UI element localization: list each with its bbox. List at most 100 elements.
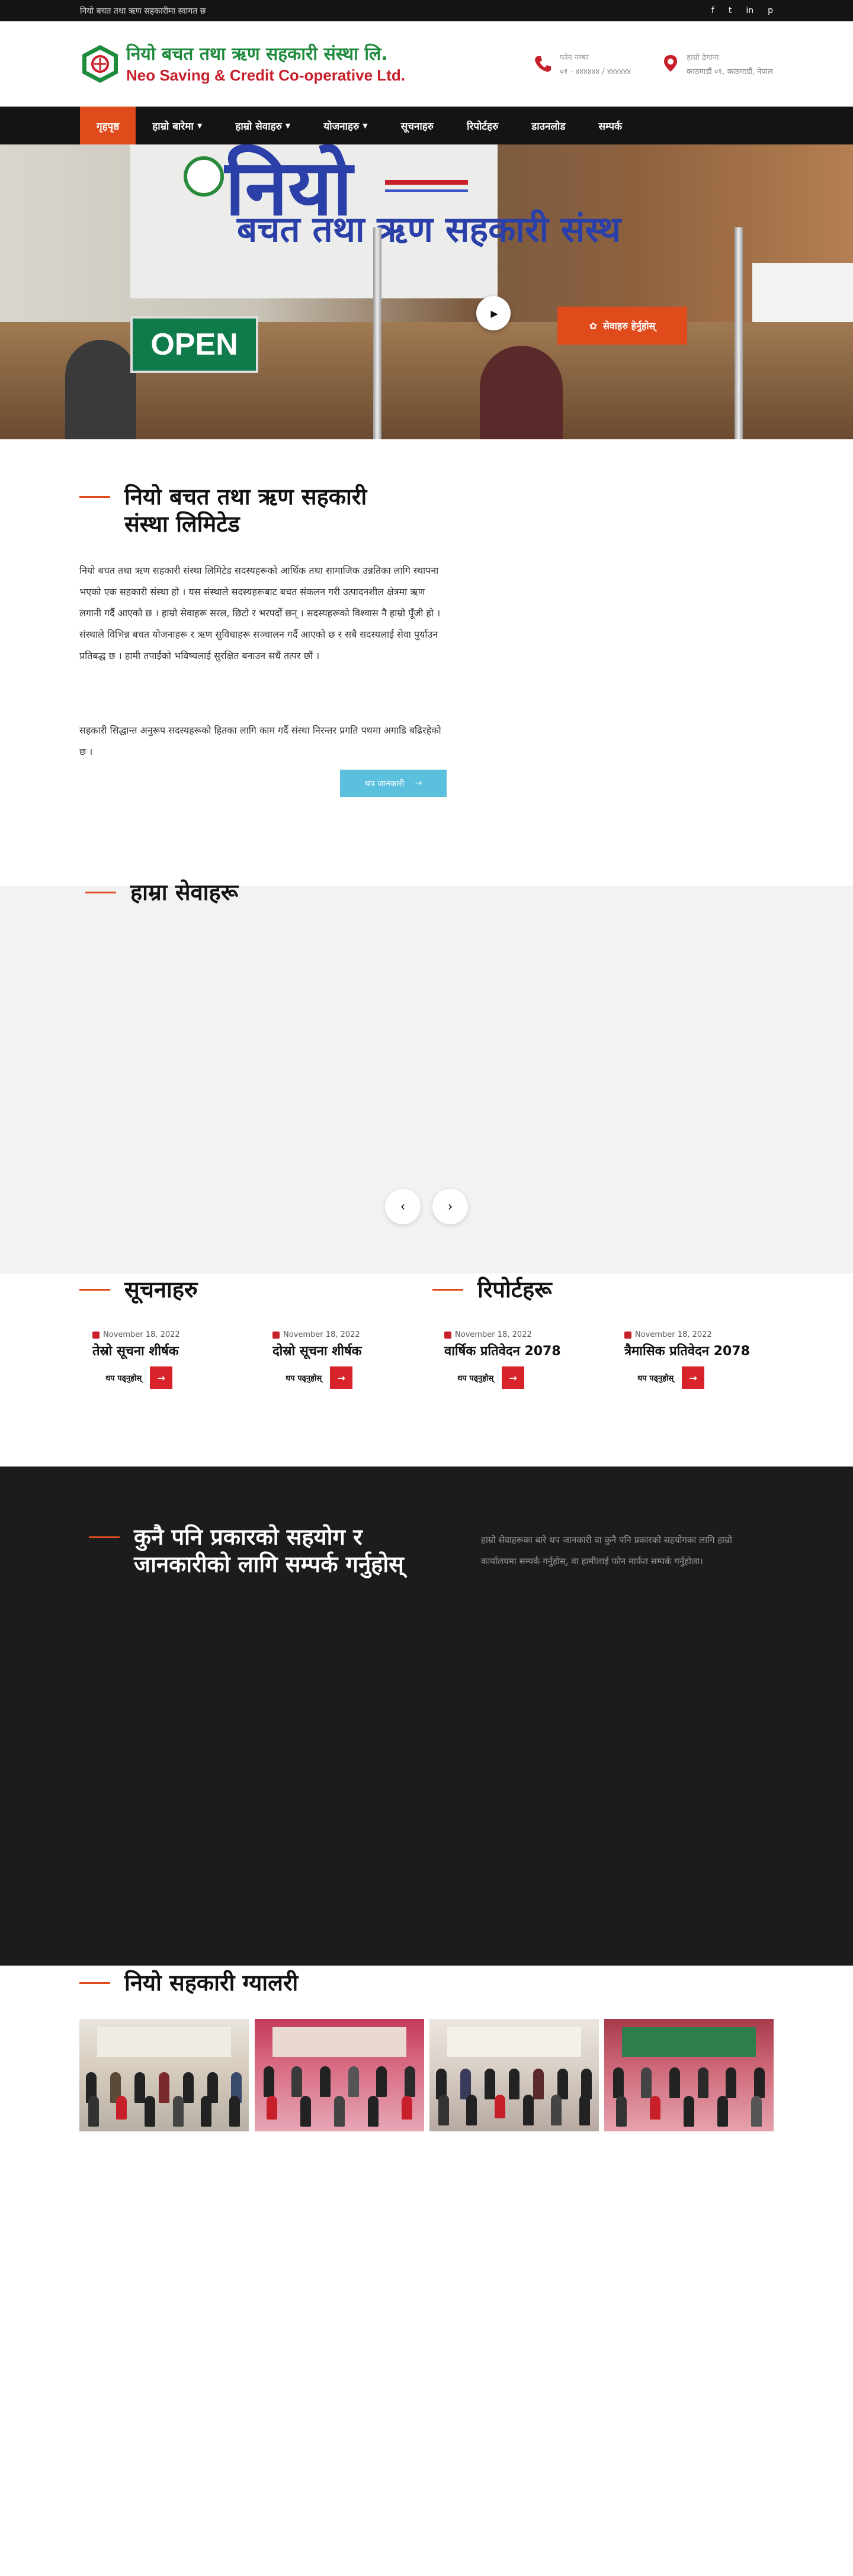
- title-accent-bar: [79, 1289, 110, 1291]
- hero-emblem-icon: [184, 156, 224, 197]
- play-icon: ▶: [490, 307, 498, 319]
- carousel-prev-button[interactable]: ‹: [385, 1189, 421, 1224]
- reports-title: रिपोर्टहरू: [432, 1276, 552, 1303]
- hero-banner: नियो बचत तथा ऋण सहकारी संस्था लि. OPEN ▶…: [0, 144, 853, 439]
- title-accent-bar: [432, 1289, 463, 1291]
- hero-post: [373, 227, 381, 439]
- view-services-button[interactable]: ✿ सेवाहरु हेर्नुहोस्: [557, 307, 687, 345]
- logo-emblem-icon: [82, 45, 118, 83]
- read-more-label: थप जानकारी: [364, 779, 405, 789]
- main-nav: गृहपृष्ठ हाम्रो बारेमा ▼ हाम्रो सेवाहरु ▼ …: [0, 107, 853, 144]
- hero-stripe: [385, 180, 468, 185]
- site-logo[interactable]: नियो बचत तथा ऋण सहकारी संस्था लि. Neo Sa…: [80, 43, 405, 85]
- notices-heading: सूचनाहरु: [124, 1276, 198, 1303]
- read-more-link[interactable]: थप पढ्नुहोस् →: [637, 1366, 772, 1389]
- nav-label: सम्पर्क: [598, 120, 623, 133]
- facebook-icon[interactable]: f: [711, 6, 714, 15]
- chevron-right-icon: ›: [447, 1199, 453, 1214]
- calendar-icon: [92, 1331, 100, 1339]
- contact-section: कुनै पनि प्रकारको सहयोग र जानकारीको लागि…: [0, 1467, 853, 1966]
- nav-item-notices[interactable]: सूचनाहरु: [384, 107, 450, 144]
- nav-label: योजनाहरु: [323, 120, 360, 133]
- phone-label: फोन नम्बर: [560, 53, 589, 62]
- nav-item-about[interactable]: हाम्रो बारेमा ▼: [136, 107, 219, 144]
- report-card: November 18, 2022 त्रैमासिक प्रतिवेदन 20…: [624, 1330, 772, 1389]
- gear-icon: ✿: [589, 320, 598, 332]
- notice-card: November 18, 2022 तेस्रो सूचना शीर्षक थप…: [92, 1330, 240, 1389]
- date-text: November 18, 2022: [103, 1330, 180, 1339]
- nav-label: हाम्रो सेवाहरु: [235, 120, 282, 133]
- twitter-icon[interactable]: t: [729, 6, 732, 15]
- linkedin-icon[interactable]: in: [746, 6, 753, 15]
- report-title[interactable]: वार्षिक प्रतिवेदन 2078: [444, 1343, 592, 1361]
- notices-reports-section: सूचनाहरु रिपोर्टहरू November 18, 2022 ते…: [0, 1273, 853, 1467]
- read-more-label: थप पढ्नुहोस्: [637, 1374, 674, 1383]
- nav-label: गृहपृष्ठ: [97, 120, 120, 133]
- nav-item-reports[interactable]: रिपोर्टहरु: [450, 107, 515, 144]
- nav-label: हाम्रो बारेमा: [152, 120, 194, 133]
- arrow-right-icon: →: [415, 779, 422, 788]
- location-icon: [664, 55, 678, 72]
- report-title[interactable]: त्रैमासिक प्रतिवेदन 2078: [624, 1343, 772, 1361]
- title-accent-bar: [85, 892, 116, 893]
- gallery-image[interactable]: [604, 2019, 774, 2131]
- about-paragraph-1: नियो बचत तथा ऋण सहकारी संस्था लिमिटेड सद…: [79, 565, 441, 661]
- nav-item-services[interactable]: हाम्रो सेवाहरु ▼: [219, 107, 307, 144]
- read-more-link[interactable]: थप पढ्नुहोस् →: [286, 1366, 421, 1389]
- about-paragraph-2: सहकारी सिद्धान्त अनुरूप सदस्यहरूको हितका…: [79, 725, 441, 757]
- read-more-label: थप पढ्नुहोस्: [457, 1374, 494, 1383]
- gallery-image[interactable]: [255, 2019, 424, 2131]
- read-more-label: थप पढ्नुहोस्: [286, 1374, 322, 1383]
- notice-title[interactable]: तेस्रो सूचना शीर्षक: [92, 1343, 240, 1361]
- contact-text: हाम्रो सेवाहरूका बारे थप जानकारी वा कुनै…: [481, 1535, 732, 1567]
- nav-item-contact[interactable]: सम्पर्क: [582, 107, 639, 144]
- hero-post: [735, 227, 743, 439]
- read-more-link[interactable]: थप पढ्नुहोस् →: [457, 1366, 592, 1389]
- hero-open-sign: OPEN: [130, 316, 258, 373]
- contact-heading: कुनै पनि प्रकारको सहयोग र जानकारीको लागि…: [134, 1524, 404, 1577]
- hero-person: [65, 340, 136, 439]
- read-more-button[interactable]: थप जानकारी →: [340, 770, 447, 797]
- hero-stripe: [385, 189, 468, 192]
- hero-person: [480, 346, 563, 439]
- report-card: November 18, 2022 वार्षिक प्रतिवेदन 2078…: [444, 1330, 592, 1389]
- nav-label: सूचनाहरु: [400, 120, 434, 133]
- services-title: हाम्रा सेवाहरू: [85, 879, 238, 906]
- gallery-image[interactable]: [429, 2019, 599, 2131]
- hero-sign-small: बचत तथा ऋण सहकारी संस्था लि.: [237, 209, 690, 250]
- title-accent-bar: [79, 1982, 110, 1984]
- chevron-down-icon: ▼: [285, 121, 291, 130]
- services-heading: हाम्रा सेवाहरू: [130, 879, 239, 905]
- view-services-label: सेवाहरु हेर्नुहोस्: [603, 320, 656, 332]
- pinterest-icon[interactable]: p: [768, 6, 773, 15]
- phone-contact[interactable]: फोन नम्बर ०१ - ४४४४४४ / ४४४४४४: [533, 52, 631, 76]
- about-heading: नियो बचत तथा ऋण सहकारी संस्था लिमिटेड: [124, 484, 367, 537]
- gallery-title: नियो सहकारी ग्यालरी: [79, 1969, 298, 1996]
- about-title: नियो बचत तथा ऋण सहकारी संस्था लिमिटेड: [79, 483, 411, 538]
- arrow-right-icon: →: [682, 1366, 705, 1389]
- contact-title: कुनै पनि प्रकारको सहयोग र जानकारीको लागि…: [89, 1523, 421, 1578]
- notice-title[interactable]: दोस्रो सूचना शीर्षक: [272, 1343, 421, 1361]
- notices-title: सूचनाहरु: [79, 1276, 198, 1303]
- logo-nepali-name: नियो बचत तथा ऋण सहकारी संस्था लि.: [126, 44, 388, 65]
- services-section: हाम्रा सेवाहरू ‹ ›: [0, 879, 853, 1273]
- notice-card: November 18, 2022 दोस्रो सूचना शीर्षक थप…: [272, 1330, 421, 1389]
- title-accent-bar: [89, 1536, 120, 1538]
- nav-item-download[interactable]: डाउनलोड: [515, 107, 582, 144]
- calendar-icon: [272, 1331, 280, 1339]
- report-date: November 18, 2022: [444, 1330, 592, 1339]
- nav-item-schemes[interactable]: योजनाहरु ▼: [307, 107, 384, 144]
- phone-value: ०१ - ४४४४४४ / ४४४४४४: [560, 67, 631, 76]
- read-more-link[interactable]: थप पढ्नुहोस् →: [105, 1366, 240, 1389]
- gallery-image[interactable]: [79, 2019, 249, 2131]
- address-contact: हाम्रो ठेगाना काठमाडौं ०१, काठमाडौं, नेप…: [662, 52, 773, 76]
- nav-item-home[interactable]: गृहपृष्ठ: [80, 107, 136, 144]
- calendar-icon: [444, 1331, 451, 1339]
- date-text: November 18, 2022: [635, 1330, 712, 1339]
- video-play-button[interactable]: ▶: [476, 296, 511, 330]
- carousel-next-button[interactable]: ›: [432, 1189, 468, 1224]
- logo-english-name: Neo Saving & Credit Co-operative Ltd.: [126, 66, 405, 84]
- chevron-down-icon: ▼: [197, 121, 203, 130]
- calendar-icon: [624, 1331, 631, 1339]
- top-tagline: नियो बचत तथा ऋण सहकारीमा स्वागत छ: [80, 6, 206, 16]
